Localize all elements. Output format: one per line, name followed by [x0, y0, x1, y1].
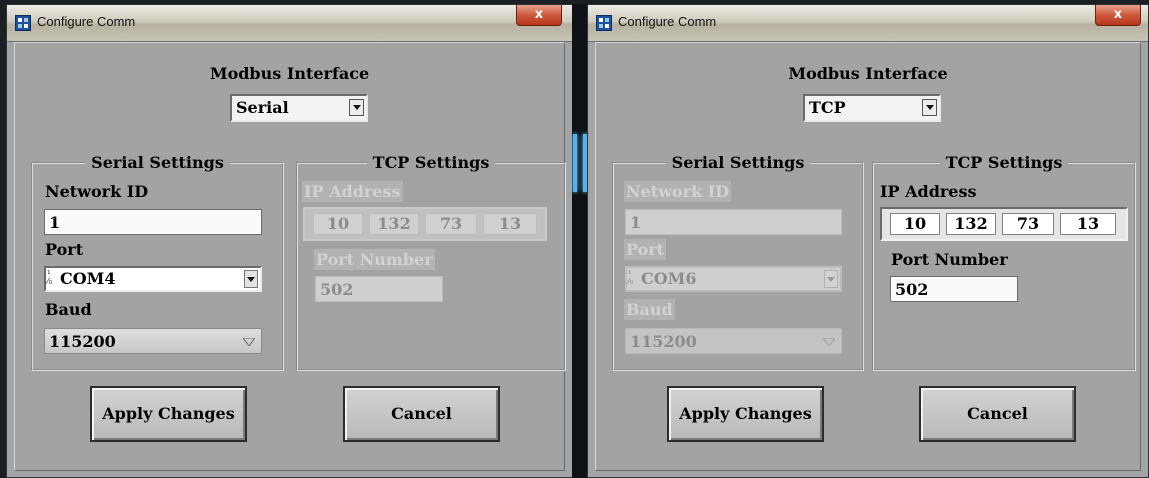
port-dropdown[interactable]: ¹ ⁄₀ COM4: [44, 266, 262, 292]
title-bar[interactable]: Configure Comm x: [588, 5, 1148, 42]
port-value: COM6: [641, 269, 697, 288]
dropdown-arrow-icon[interactable]: [349, 99, 364, 116]
ip-address-input[interactable]: 10 132 73 13: [303, 207, 547, 241]
app-icon: [596, 15, 612, 31]
ip-octet-2[interactable]: 132: [946, 213, 996, 235]
modbus-interface-dropdown[interactable]: Serial: [230, 94, 368, 122]
close-icon: x: [534, 7, 544, 22]
ip-address-input[interactable]: 10 132 73 13: [880, 207, 1128, 241]
dropdown-arrow-icon[interactable]: [922, 99, 937, 116]
close-button[interactable]: x: [516, 5, 562, 26]
close-button[interactable]: x: [1095, 5, 1141, 26]
apply-changes-button[interactable]: Apply Changes: [90, 386, 247, 442]
baud-dropdown[interactable]: 115200: [44, 328, 262, 354]
port-label: Port: [45, 240, 84, 259]
network-id-label: Network ID: [624, 181, 732, 202]
dialog-body: Modbus Interface TCP Serial Settings Net…: [595, 42, 1141, 471]
baud-label: Baud: [45, 300, 92, 319]
chevron-down-icon: [823, 338, 835, 346]
title-bar[interactable]: Configure Comm x: [7, 5, 572, 42]
modbus-interface-label: Modbus Interface: [788, 64, 948, 83]
close-icon: x: [1113, 7, 1123, 22]
modbus-interface-dropdown[interactable]: TCP: [803, 94, 941, 122]
dropdown-arrow-icon[interactable]: [824, 270, 838, 288]
tcp-settings-legend: TCP Settings: [372, 153, 490, 172]
dropdown-arrow-icon[interactable]: [244, 270, 258, 288]
configure-comm-window-tcp: Configure Comm x Modbus Interface TCP Se…: [587, 4, 1149, 478]
ip-octet-2[interactable]: 132: [369, 213, 419, 235]
modbus-interface-value: TCP: [809, 98, 846, 117]
ip-octet-4[interactable]: 13: [1060, 213, 1116, 235]
window-title: Configure Comm: [618, 14, 717, 29]
tcp-settings-legend: TCP Settings: [945, 153, 1063, 172]
baud-value: 115200: [49, 332, 116, 351]
port-number-label: Port Number: [891, 250, 1008, 269]
cancel-button[interactable]: Cancel: [919, 386, 1076, 442]
serial-settings-legend: Serial Settings: [91, 153, 224, 172]
glow-accent: [573, 134, 577, 192]
ip-address-label: IP Address: [880, 182, 977, 201]
serial-settings-legend: Serial Settings: [671, 153, 805, 172]
baud-dropdown[interactable]: 115200: [625, 328, 842, 354]
port-dropdown[interactable]: ¹ ⁄₀ COM6: [625, 266, 842, 292]
network-id-input[interactable]: 1: [625, 209, 842, 235]
ip-octet-4[interactable]: 13: [483, 213, 537, 235]
app-icon: [15, 15, 31, 31]
ip-octet-3[interactable]: 73: [1002, 213, 1054, 235]
apply-changes-button[interactable]: Apply Changes: [667, 386, 824, 442]
network-id-label: Network ID: [45, 182, 149, 201]
serial-port-icon: ¹ ⁄₀: [628, 270, 634, 287]
window-title: Configure Comm: [37, 14, 136, 29]
cancel-button[interactable]: Cancel: [343, 386, 500, 442]
baud-value: 115200: [630, 332, 697, 351]
ip-octet-3[interactable]: 73: [425, 213, 477, 235]
configure-comm-window-serial: Configure Comm x Modbus Interface Serial…: [6, 4, 573, 478]
ip-octet-1[interactable]: 10: [313, 213, 363, 235]
modbus-interface-value: Serial: [236, 98, 289, 117]
network-id-input[interactable]: 1: [44, 209, 262, 235]
ip-octet-1[interactable]: 10: [890, 213, 940, 235]
port-number-input[interactable]: 502: [315, 276, 443, 302]
window-divider: [572, 4, 588, 478]
port-number-label: Port Number: [314, 249, 435, 270]
ip-address-label: IP Address: [302, 181, 403, 202]
dialog-body: Modbus Interface Serial Serial Settings …: [14, 42, 566, 471]
baud-label: Baud: [624, 299, 675, 320]
chevron-down-icon: [243, 338, 255, 346]
modbus-interface-label: Modbus Interface: [209, 64, 370, 83]
serial-port-icon: ¹ ⁄₀: [47, 270, 53, 287]
port-value: COM4: [60, 269, 116, 288]
port-label: Port: [624, 239, 667, 260]
port-number-input[interactable]: 502: [890, 276, 1018, 302]
